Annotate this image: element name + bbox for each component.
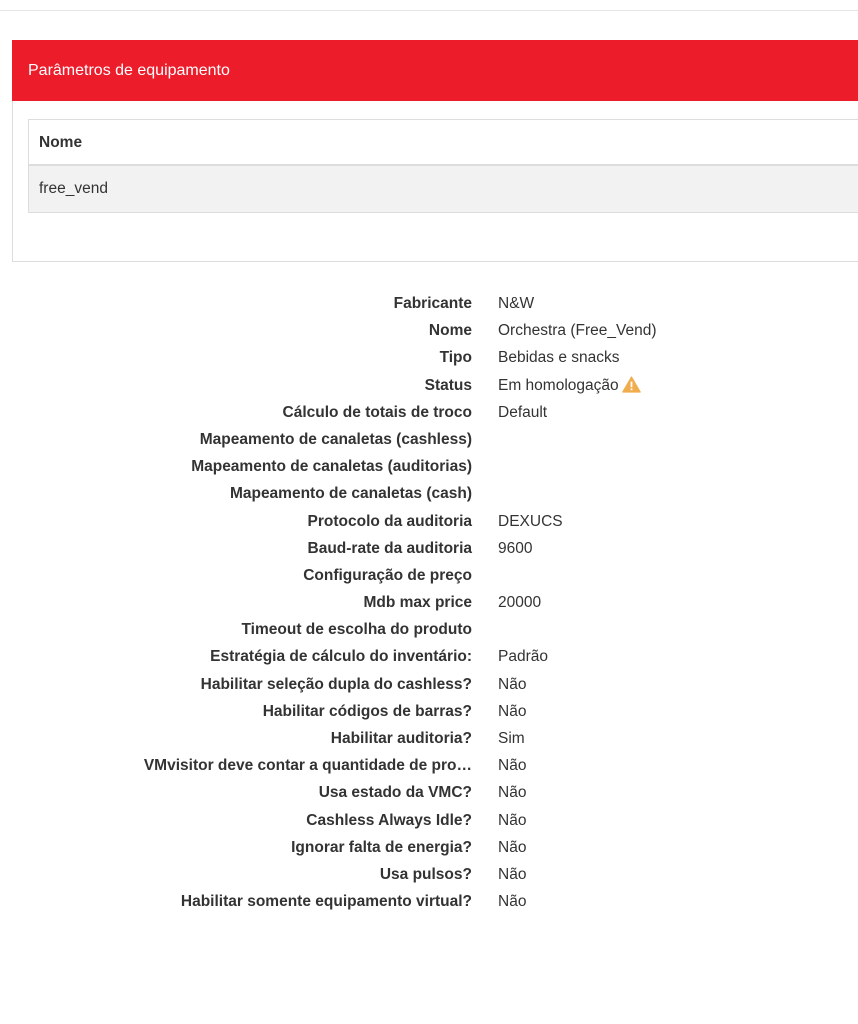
detail-row-equipamento-virtual: Habilitar somente equipamento virtual? N… (0, 888, 858, 915)
detail-value: DEXUCS (498, 512, 563, 530)
detail-value: Default (498, 403, 548, 421)
detail-row-mapeamento-cashless: Mapeamento de canaletas (cashless) (0, 426, 858, 453)
detail-value: Não (498, 811, 527, 829)
detail-label: Usa pulsos? (379, 865, 472, 883)
detail-value: Não (498, 893, 527, 911)
detail-label: Protocolo da auditoria (307, 512, 472, 530)
detail-label: Habilitar códigos de barras? (262, 702, 472, 720)
detail-value: 20000 (498, 594, 542, 612)
detail-label: Status (424, 376, 472, 394)
detail-row-baud-rate: Baud-rate da auditoria 9600 (0, 535, 858, 562)
detail-value: Sim (498, 730, 525, 747)
equipment-parameters-panel: Parâmetros de equipamento Nome free_vend (12, 40, 858, 262)
detail-label: Fabricante (393, 295, 472, 312)
detail-row-nome: Nome Orchestra (Free_Vend) (0, 317, 858, 344)
equipment-details-list: Fabricante N&W Nome Orchestra (Free_Vend… (0, 290, 858, 915)
detail-row-tipo: Tipo Bebidas e snacks (0, 344, 858, 371)
detail-row-cashless-idle: Cashless Always Idle? Não (0, 807, 858, 834)
detail-row-mapeamento-auditorias: Mapeamento de canaletas (auditorias) (0, 453, 858, 480)
detail-label: Habilitar auditoria? (330, 730, 472, 747)
detail-value: Não (498, 838, 527, 856)
detail-row-mdb-max-price: Mdb max price 20000 (0, 589, 858, 616)
detail-row-codigos-barras: Habilitar códigos de barras? Não (0, 698, 858, 725)
detail-row-selecao-dupla: Habilitar seleção dupla do cashless? Não (0, 671, 858, 698)
detail-value: Não (498, 675, 527, 693)
detail-row-protocolo-auditoria: Protocolo da auditoria DEXUCS (0, 508, 858, 535)
detail-label: Habilitar somente equipamento virtual? (180, 893, 472, 911)
detail-row-calculo-troco: Cálculo de totais de troco Default (0, 399, 858, 426)
detail-label: VMvisitor deve contar a quantidade de pr… (143, 757, 472, 775)
detail-value: Não (498, 784, 527, 802)
top-divider (0, 10, 858, 11)
detail-row-status: Status Em homologação (0, 372, 858, 399)
detail-row-fabricante: Fabricante N&W (0, 290, 858, 317)
detail-row-habilitar-auditoria: Habilitar auditoria? Sim (0, 725, 858, 752)
detail-label: Configuração de preço (303, 566, 472, 584)
detail-row-configuracao-preco: Configuração de preço (0, 562, 858, 589)
detail-label: Habilitar seleção dupla do cashless? (200, 675, 472, 693)
warning-icon (621, 375, 641, 402)
detail-label: Usa estado da VMC? (318, 784, 472, 802)
detail-value: Padrão (498, 648, 548, 666)
detail-label: Nome (428, 322, 472, 340)
detail-value: Bebidas e snacks (498, 349, 620, 367)
detail-row-vmvisitor: VMvisitor deve contar a quantidade de pr… (0, 752, 858, 779)
table-row[interactable]: free_vend (28, 166, 858, 213)
detail-row-estado-vmc: Usa estado da VMC? Não (0, 779, 858, 806)
detail-value: N&W (498, 295, 535, 312)
detail-label: Cashless Always Idle? (306, 811, 472, 829)
detail-row-falta-energia: Ignorar falta de energia? Não (0, 834, 858, 861)
detail-value-status: Em homologação (498, 372, 641, 402)
detail-value: 9600 (498, 539, 533, 557)
detail-label: Mdb max price (363, 594, 472, 612)
detail-label: Cálculo de totais de troco (282, 403, 472, 421)
panel-title: Parâmetros de equipamento (12, 40, 858, 101)
detail-row-mapeamento-cash: Mapeamento de canaletas (cash) (0, 480, 858, 507)
detail-value: Não (498, 865, 527, 883)
detail-label: Estratégia de cálculo do inventário: (210, 648, 472, 666)
detail-label: Mapeamento de canaletas (cash) (229, 485, 472, 503)
detail-value: Não (498, 702, 527, 720)
detail-row-usa-pulsos: Usa pulsos? Não (0, 861, 858, 888)
detail-value: Não (498, 757, 527, 775)
status-text: Em homologação (498, 376, 619, 394)
detail-label: Baud-rate da auditoria (307, 539, 473, 557)
table-header-name: Nome (28, 119, 858, 166)
detail-label: Mapeamento de canaletas (auditorias) (191, 458, 472, 476)
detail-row-estrategia-inventario: Estratégia de cálculo do inventário: Pad… (0, 643, 858, 670)
detail-label: Tipo (439, 349, 472, 367)
detail-label: Ignorar falta de energia? (291, 838, 472, 856)
detail-label: Mapeamento de canaletas (cashless) (199, 430, 472, 448)
detail-value: Orchestra (Free_Vend) (498, 322, 657, 340)
detail-label: Timeout de escolha do produto (241, 621, 472, 639)
detail-row-timeout-escolha: Timeout de escolha do produto (0, 616, 858, 643)
name-table: Nome free_vend (28, 119, 858, 213)
